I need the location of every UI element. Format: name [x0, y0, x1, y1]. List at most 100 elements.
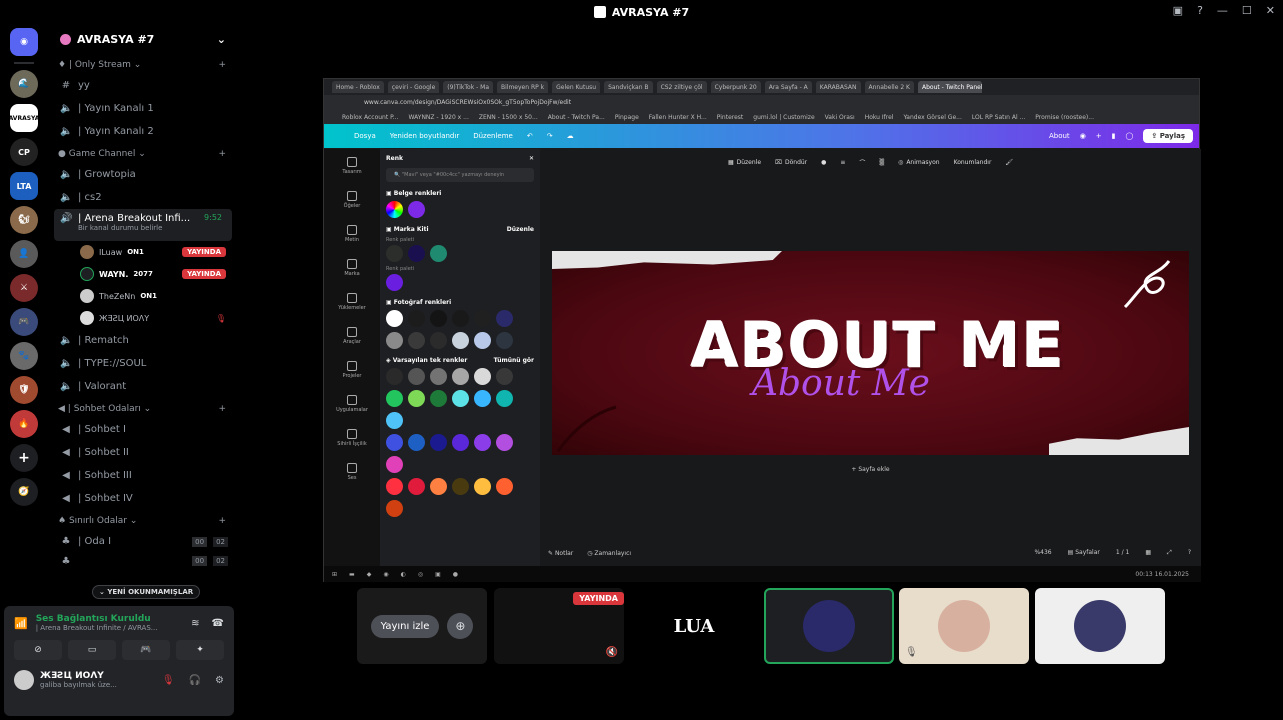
minimize-button[interactable]: — — [1217, 4, 1228, 17]
share-screen-button[interactable]: ▭ — [68, 640, 116, 660]
color-swatch[interactable] — [474, 478, 491, 495]
design-title[interactable]: About — [1049, 132, 1070, 140]
color-swatch[interactable] — [430, 310, 447, 327]
color-swatch[interactable] — [386, 390, 403, 407]
channel-status[interactable]: Bir kanal durumu belirle — [78, 224, 190, 232]
color-swatch[interactable] — [386, 412, 403, 429]
color-swatch[interactable] — [386, 500, 403, 517]
color-swatch[interactable] — [452, 478, 469, 495]
server-icon[interactable]: 👤 — [10, 240, 38, 268]
explorer-icon[interactable]: ▬ — [349, 571, 355, 578]
participant-tile[interactable]: 🎙 — [899, 588, 1029, 664]
share-button[interactable]: ⇪ Paylaş — [1143, 129, 1193, 143]
curve-icon[interactable]: ⌒ — [859, 158, 865, 167]
tray-clock[interactable]: 00:13 16.01.2025 — [1135, 571, 1201, 578]
category-sohbet[interactable]: ◀ | Sohbet Odaları ⌄ + — [48, 400, 238, 418]
channel-growtopia[interactable]: 🔈 | Growtopia — [48, 163, 238, 186]
windows-start-icon[interactable]: ⊞ — [332, 571, 337, 578]
color-swatch[interactable] — [408, 332, 425, 349]
channel-sohbet-2[interactable]: ◀ | Sohbet II — [48, 441, 238, 464]
category-only-stream[interactable]: ♦ | Only Stream ⌄ + — [48, 56, 238, 74]
bookmark[interactable]: gumi.lol | Customize — [753, 114, 814, 121]
animate-button[interactable]: ◎ Animasyon — [898, 159, 940, 166]
browser-tab-active[interactable]: About - Twitch Panel — [917, 81, 982, 93]
stream-view[interactable]: Home - Roblox çeviri - Google (9)TikTok … — [323, 78, 1201, 582]
sidebar-design[interactable]: Tasarım — [324, 149, 380, 183]
whatsapp-icon[interactable]: ◉ — [383, 571, 388, 578]
server-icon[interactable]: CP — [10, 138, 38, 166]
signal-icon[interactable]: 📶 — [14, 617, 28, 630]
app-icon[interactable]: ◆ — [367, 571, 372, 578]
voice-channel-name[interactable]: | Arena Breakout Infinite / AVRAS... — [36, 624, 191, 632]
app-icon[interactable]: ▣ — [435, 571, 441, 578]
server-icon[interactable]: 🎮 — [10, 308, 38, 336]
add-color-swatch[interactable] — [386, 201, 403, 218]
bookmark[interactable]: Pinterest — [717, 114, 744, 121]
color-swatch[interactable] — [386, 332, 403, 349]
channel-rematch[interactable]: 🔈 | Rematch — [48, 329, 238, 352]
guild-header[interactable]: AVRASYA #7 ⌄ — [48, 24, 238, 54]
server-icon[interactable]: LTA — [10, 172, 38, 200]
color-swatch[interactable] — [474, 390, 491, 407]
cloud-icon[interactable]: ☁ — [567, 132, 574, 140]
maximize-button[interactable]: ☐ — [1242, 4, 1252, 17]
bookmark[interactable]: Hoku Ifrel — [865, 114, 894, 121]
participant-tile-speaking[interactable] — [764, 588, 894, 664]
timer-button[interactable]: ◷ Zamanlayıcı — [587, 550, 631, 557]
bookmark[interactable]: Roblox Account P... — [342, 114, 399, 121]
browser-tab[interactable]: Home - Roblox — [332, 81, 384, 93]
activity-button[interactable]: 🎮 — [122, 640, 170, 660]
channel-yayin-kanali-1[interactable]: 🔈 | Yayın Kanalı 1 — [48, 97, 238, 120]
color-swatch[interactable] — [408, 201, 425, 218]
sidebar-text[interactable]: Metin — [324, 217, 380, 251]
paint-icon[interactable]: 🖌 — [1005, 159, 1013, 166]
sidebar-audio[interactable]: Ses — [324, 455, 380, 489]
color-swatch[interactable] — [452, 332, 469, 349]
channel-oda-1[interactable]: ♣ | Oda I 00 02 — [48, 530, 238, 553]
server-icon[interactable]: ⚔ — [10, 274, 38, 302]
voice-member[interactable]: ILuaw ON1 YAYINDA — [48, 241, 238, 263]
headphones-icon[interactable]: 🎧 — [189, 675, 201, 686]
color-swatch[interactable] — [496, 368, 513, 385]
soundboard-button[interactable]: ✦ — [176, 640, 224, 660]
voice-member[interactable]: WAYN. 2077 YAYINDA — [48, 263, 238, 285]
bookmark[interactable]: Fallen Hunter X H... — [649, 114, 707, 121]
grid-icon[interactable]: ▦ — [1145, 549, 1151, 557]
color-swatch[interactable] — [452, 368, 469, 385]
color-swatch[interactable] — [408, 368, 425, 385]
color-swatch[interactable] — [496, 332, 513, 349]
voice-status[interactable]: Ses Bağlantısı Kuruldu — [36, 614, 191, 624]
sidebar-magic[interactable]: Sihirli İşçilik — [324, 421, 380, 455]
menu-resize[interactable]: Yeniden boyutlandır — [390, 132, 459, 140]
server-icon[interactable]: 🔥 — [10, 410, 38, 438]
channel-sohbet-4[interactable]: ◀ | Sohbet IV — [48, 487, 238, 510]
color-swatch[interactable] — [430, 478, 447, 495]
menu-file[interactable]: Dosya — [354, 132, 376, 140]
help-icon[interactable]: ? — [1188, 549, 1191, 557]
pattern-icon[interactable]: ▒ — [879, 159, 884, 166]
sidebar-apps[interactable]: Uygulamalar — [324, 387, 380, 421]
bookmark[interactable]: About - Twitch Pa... — [548, 114, 605, 121]
browser-tab[interactable]: KARABASAN — [815, 81, 861, 93]
server-icon[interactable]: 🐿 — [10, 206, 38, 234]
sidebar-brand[interactable]: Marka — [324, 251, 380, 285]
see-all-link[interactable]: Tümünü gör — [494, 357, 534, 364]
banner-script-text[interactable]: About Me — [752, 363, 930, 404]
color-swatch[interactable] — [408, 245, 425, 262]
inbox-icon[interactable]: ▣ — [1173, 4, 1183, 17]
channel-valorant[interactable]: 🔈 | Valorant — [48, 375, 238, 398]
watch-stream-button[interactable]: Yayını izle — [370, 614, 440, 638]
avatar[interactable]: ◉ — [1080, 132, 1086, 140]
lines-icon[interactable]: ≡ — [840, 159, 845, 166]
address-bar[interactable]: www.canva.com/design/DAGiSCREWsiOx0SOk_g… — [324, 95, 1199, 110]
comment-icon[interactable]: ◯ — [1126, 132, 1134, 140]
color-swatch[interactable] — [474, 368, 491, 385]
popout-icon[interactable]: ⊕ — [447, 613, 474, 639]
stream-tile[interactable]: Yayını izle ⊕ — [357, 588, 487, 664]
disconnect-icon[interactable]: ☎ — [212, 618, 224, 629]
channel-arena-breakout[interactable]: 🔊 | Arena Breakout Infi... Bir kanal duru… — [54, 209, 232, 241]
design-canvas[interactable]: ABOUT ME About Me — [552, 251, 1189, 455]
voice-member[interactable]: ЖƎƧЦ ИОΛΥ 🎙 — [48, 307, 238, 329]
settings-gear-icon[interactable]: ⚙ — [215, 675, 224, 686]
browser-tab[interactable]: Bilmeyen RP k — [497, 81, 549, 93]
